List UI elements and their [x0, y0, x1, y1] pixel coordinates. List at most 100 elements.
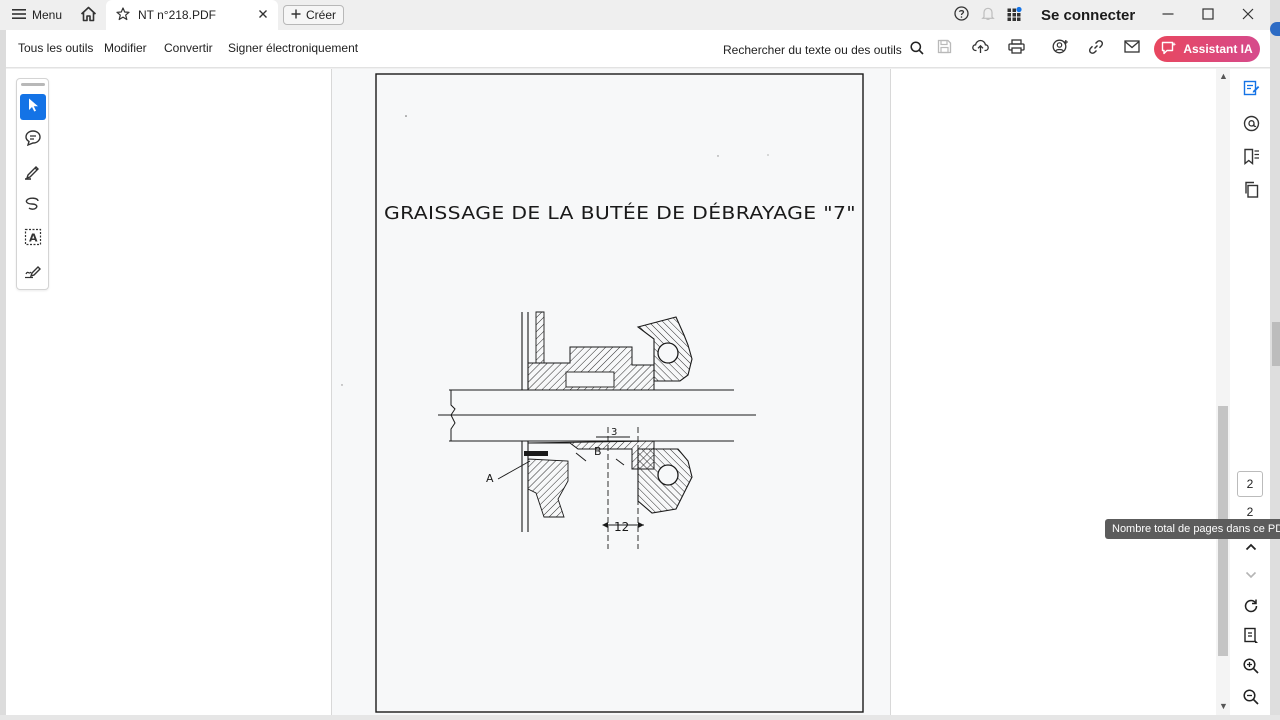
sign-link[interactable]: Signer électroniquement [228, 41, 358, 55]
select-tool-button[interactable] [20, 94, 46, 120]
close-window-button[interactable] [1238, 0, 1258, 30]
page-fit-button[interactable] [1240, 627, 1262, 649]
copy-pages-icon [1243, 181, 1260, 203]
main-toolbar: Tous les outils Modifier Convertir Signe… [6, 30, 1280, 68]
mention-button[interactable] [1240, 115, 1262, 137]
edit-link[interactable]: Modifier [104, 41, 147, 55]
print-button[interactable] [1006, 39, 1026, 59]
minimize-icon [1162, 8, 1174, 23]
sign-tool-button[interactable] [20, 259, 46, 285]
rotate-icon [1243, 598, 1259, 619]
mail-icon [1124, 40, 1140, 58]
previous-page-button[interactable] [1240, 536, 1262, 558]
hamburger-icon [12, 8, 26, 23]
status-strip [0, 715, 1280, 720]
bearing-ball-upper [657, 342, 679, 364]
plus-icon [291, 8, 301, 22]
svg-text:A: A [29, 231, 38, 244]
pdf-page: GRAISSAGE DE LA BUTÉE DE DÉBRAYAGE "7" 3… [332, 69, 890, 715]
star-icon[interactable] [116, 6, 130, 24]
grease-seal [524, 451, 548, 456]
highlight-pen-icon [24, 162, 42, 185]
total-pages: 2 [1246, 505, 1254, 519]
share-user-icon [1052, 39, 1069, 60]
right-side-rail: 2 2 [1230, 69, 1270, 720]
home-icon [80, 6, 97, 25]
highlight-tool-button[interactable] [20, 160, 46, 186]
chevron-down-icon [1245, 566, 1257, 584]
print-icon [1007, 39, 1025, 59]
sign-in-button[interactable]: Se connecter [1041, 0, 1135, 30]
label-a: A [486, 472, 494, 485]
document-tab[interactable]: NT n°218.PDF [106, 0, 278, 30]
freehand-draw-icon [24, 195, 42, 218]
acrobat-window: Menu NT n°218.PDF Créer Se connecter Tou… [0, 0, 1280, 720]
zoom-in-icon [1243, 657, 1259, 679]
text-tool-button[interactable]: A [20, 226, 46, 252]
create-button[interactable]: Créer [283, 5, 345, 25]
edge-badge [1270, 22, 1280, 36]
palette-grip[interactable] [21, 83, 45, 86]
dimension-12: 12 [614, 520, 629, 534]
minimize-button[interactable] [1158, 0, 1178, 30]
maximize-icon [1202, 7, 1214, 23]
scroll-up-icon[interactable]: ▲ [1219, 71, 1228, 81]
zoom-out-icon [1243, 688, 1259, 710]
menu-label: Menu [32, 8, 63, 22]
search-tools-label: Rechercher du texte ou des outils [723, 42, 902, 57]
create-label: Créer [306, 8, 337, 22]
page-fit-icon [1243, 627, 1259, 649]
page-gutter [890, 69, 891, 715]
total-pages-tooltip: Nombre total de pages dans ce PDF [1105, 519, 1280, 539]
select-pointer-icon [26, 97, 40, 118]
maximize-button[interactable] [1198, 0, 1218, 30]
save-button[interactable] [934, 39, 954, 59]
convert-link[interactable]: Convertir [164, 41, 213, 55]
help-button[interactable] [952, 0, 970, 30]
outer-scrollbar-thumb [1272, 322, 1280, 366]
all-tools-link[interactable]: Tous les outils [18, 41, 93, 55]
edit-doc-button[interactable] [1240, 79, 1262, 101]
scroll-down-icon[interactable]: ▼ [1219, 701, 1228, 711]
email-button[interactable] [1122, 39, 1142, 59]
cloud-upload-icon [971, 39, 989, 59]
quick-tools-palette: A [16, 78, 49, 290]
share-user-button[interactable] [1050, 39, 1070, 59]
next-page-button[interactable] [1240, 564, 1262, 586]
close-tab-icon[interactable] [258, 8, 268, 22]
menu-button[interactable]: Menu [12, 0, 62, 30]
dimension-3: 3 [611, 427, 617, 438]
bell-icon [981, 6, 995, 24]
rotate-button[interactable] [1240, 597, 1262, 619]
chevron-up-icon [1245, 538, 1257, 556]
document-viewport[interactable]: GRAISSAGE DE LA BUTÉE DE DÉBRAYAGE "7" 3… [6, 69, 1230, 715]
ai-assistant-label: Assistant IA [1183, 42, 1253, 56]
zoom-out-button[interactable] [1240, 688, 1262, 710]
notifications-button[interactable] [979, 0, 997, 30]
vertical-scrollbar[interactable]: ▲ ▼ [1216, 69, 1230, 715]
link-icon [1088, 39, 1104, 60]
comment-tool-button[interactable] [20, 127, 46, 153]
apps-button[interactable] [1005, 0, 1023, 30]
zoom-in-button[interactable] [1240, 657, 1262, 679]
drawing-frame [375, 73, 864, 713]
ai-assistant-icon [1161, 41, 1177, 58]
title-bar: Menu NT n°218.PDF Créer Se connecter [0, 0, 1280, 30]
home-button[interactable] [76, 0, 100, 30]
comment-icon [24, 129, 42, 152]
bookmarks-button[interactable] [1240, 148, 1262, 170]
ai-assistant-button[interactable]: Assistant IA [1154, 36, 1260, 62]
tab-title: NT n°218.PDF [138, 8, 216, 22]
apps-grid-icon [1007, 6, 1022, 24]
shaft-lines [438, 389, 756, 442]
current-page-input[interactable]: 2 [1237, 471, 1263, 497]
search-tools-button[interactable]: Rechercher du texte ou des outils [723, 41, 924, 58]
draw-tool-button[interactable] [20, 193, 46, 219]
drawing-title: GRAISSAGE DE LA BUTÉE DE DÉBRAYAGE "7" [384, 202, 856, 224]
copy-link-button[interactable] [1086, 39, 1106, 59]
bookmarks-icon [1243, 148, 1260, 170]
upload-cloud-button[interactable] [970, 39, 990, 59]
copy-pages-button[interactable] [1240, 181, 1262, 203]
label-b: B [594, 445, 602, 458]
search-icon [910, 41, 924, 58]
